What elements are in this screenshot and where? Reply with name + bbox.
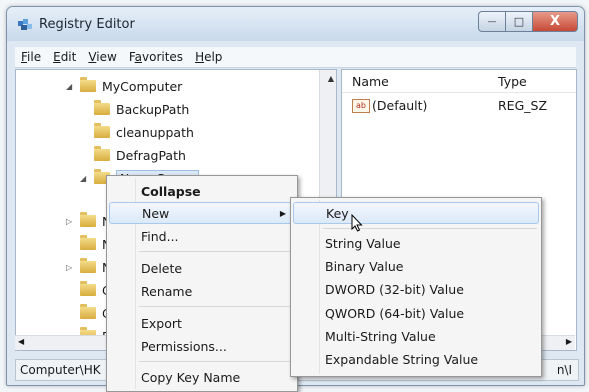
tree-node-label: BackupPath (116, 101, 190, 117)
string-value-icon: ab (352, 98, 370, 113)
scroll-left-arrow-icon[interactable]: ◀ (18, 337, 24, 346)
column-name[interactable]: Name (352, 74, 389, 89)
folder-icon (94, 100, 110, 115)
minimize-button[interactable]: — (478, 11, 506, 32)
folder-icon (80, 281, 96, 296)
menu-separator (139, 306, 293, 307)
submenu-item-key[interactable]: Key (293, 202, 539, 224)
collapsed-arrow-icon[interactable]: ▷ (66, 217, 76, 226)
values-header: Name Type (342, 70, 576, 93)
close-button[interactable]: X (533, 11, 578, 32)
menu-item-new[interactable]: New ▶ (109, 202, 295, 224)
menu-help[interactable]: Help (189, 50, 228, 64)
menu-edit-hotkey: E (53, 50, 61, 64)
expanded-arrow-icon[interactable]: ◢ (66, 82, 76, 91)
menu-separator (139, 251, 293, 252)
submenu-item-multi-string-value[interactable]: Multi-String Value (293, 325, 539, 347)
menu-bar: File Edit View Favorites Help (15, 47, 576, 68)
folder-icon (94, 146, 110, 161)
menu-view-label: iew (96, 50, 117, 64)
maximize-button[interactable]: □ (506, 11, 533, 32)
menu-item-collapse[interactable]: Collapse (109, 180, 295, 202)
menu-item-delete[interactable]: Delete (109, 257, 295, 279)
window-controls: — □ X (478, 11, 578, 32)
scroll-right-arrow-icon[interactable]: ▶ (566, 337, 572, 346)
maximize-icon: □ (513, 15, 525, 28)
tree-node-label: MyComputer (102, 78, 183, 94)
close-icon: X (549, 14, 561, 29)
submenu-item-dword-value[interactable]: DWORD (32-bit) Value (293, 278, 539, 300)
menu-file-label: ile (27, 50, 42, 64)
menu-item-rename[interactable]: Rename (109, 280, 295, 302)
new-submenu: Key String Value Binary Value DWORD (32-… (290, 197, 542, 377)
tree-node-cleanuppath[interactable]: cleanuppath (94, 122, 194, 142)
menu-item-copy-key-name[interactable]: Copy Key Name (109, 366, 295, 388)
window-title: Registry Editor (39, 17, 135, 32)
menu-item-permissions[interactable]: Permissions... (109, 335, 295, 357)
tree-node-defragpath[interactable]: DefragPath (94, 145, 186, 165)
menu-view[interactable]: View (82, 50, 122, 64)
submenu-item-expandable-string-value[interactable]: Expandable String Value (293, 348, 539, 370)
value-name: (Default) (372, 98, 428, 113)
folder-icon (80, 235, 96, 250)
menu-favorites-hotkey: a (134, 50, 142, 64)
value-row-default[interactable]: ab (Default) (352, 98, 427, 113)
tree-node-label: DefragPath (116, 147, 186, 163)
scroll-up-arrow-icon[interactable]: ▲ (328, 74, 334, 83)
menu-item-new-label: New (142, 205, 170, 221)
collapsed-arrow-icon[interactable]: ▷ (66, 263, 76, 272)
menu-item-find[interactable]: Find... (109, 225, 295, 247)
tree-node-child[interactable]: ▷N (66, 211, 111, 231)
title-bar: Registry Editor — □ X (7, 7, 584, 41)
expanded-arrow-icon[interactable]: ◢ (80, 174, 90, 183)
menu-favorites[interactable]: Favorites (123, 50, 189, 64)
menu-favorites-label: vorites (142, 50, 184, 64)
submenu-arrow-icon: ▶ (279, 208, 286, 218)
submenu-item-qword-value[interactable]: QWORD (64-bit) Value (293, 302, 539, 324)
folder-icon (80, 212, 96, 227)
tree-node-label: cleanuppath (116, 124, 194, 140)
status-path-tail: n\I (556, 363, 572, 377)
menu-item-export[interactable]: Export (109, 312, 295, 334)
value-type-cell: REG_SZ (498, 98, 547, 113)
menu-edit-label: dit (60, 50, 77, 64)
menu-help-label: elp (204, 50, 223, 64)
menu-separator (139, 361, 293, 362)
value-type: REG_SZ (498, 98, 548, 113)
tree-node-backuppath[interactable]: BackupPath (94, 99, 189, 119)
menu-edit[interactable]: Edit (47, 50, 82, 64)
menu-help-hotkey: H (195, 50, 205, 64)
submenu-item-binary-value[interactable]: Binary Value (293, 255, 539, 277)
tree-node-mycomputer[interactable]: ◢ MyComputer (66, 76, 182, 96)
folder-icon (94, 123, 110, 138)
minimize-icon: — (487, 16, 497, 27)
registry-app-icon (18, 19, 32, 30)
context-menu: Collapse New ▶ Find... Delete Rename Expo… (106, 175, 298, 392)
folder-icon (80, 258, 96, 273)
status-path: Computer\HK (20, 363, 101, 377)
menu-file[interactable]: File (15, 50, 47, 64)
folder-icon (80, 304, 96, 319)
folder-icon (80, 77, 96, 92)
mouse-pointer-icon (351, 214, 363, 232)
tree-node-child[interactable]: ▷N (66, 257, 111, 277)
submenu-item-string-value[interactable]: String Value (293, 232, 539, 254)
column-type[interactable]: Type (498, 74, 527, 89)
